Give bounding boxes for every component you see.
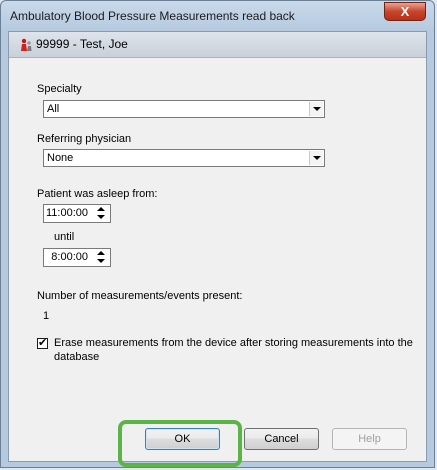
asleep-until-time-input[interactable]: 8:00:00 <box>43 248 111 267</box>
help-button: Help <box>332 428 407 450</box>
dialog-content: 99999 - Test, Joe Specialty All Referrin… <box>8 31 427 462</box>
erase-measurements-checkbox[interactable] <box>37 336 48 349</box>
spin-down-icon[interactable] <box>93 258 109 265</box>
asleep-from-label: Patient was asleep from: <box>37 188 158 200</box>
specialty-value: All <box>47 103 60 115</box>
erase-measurements-label-continued: database <box>54 351 100 363</box>
asleep-from-time-input[interactable]: 11:00:00 <box>43 204 111 223</box>
measurements-count-value: 1 <box>43 310 50 322</box>
time-spinner <box>93 250 109 265</box>
asleep-from-value: 11:00:00 <box>45 207 88 219</box>
chevron-down-icon[interactable] <box>309 151 323 165</box>
referring-physician-label: Referring physician <box>37 133 132 145</box>
patient-header: 99999 - Test, Joe <box>9 32 426 58</box>
window-title: Ambulatory Blood Pressure Measurements r… <box>10 9 295 23</box>
title-bar[interactable]: Ambulatory Blood Pressure Measurements r… <box>1 1 434 31</box>
patient-name: 99999 - Test, Joe <box>36 37 128 51</box>
until-label: until <box>54 231 75 243</box>
referring-physician-select[interactable]: None <box>43 149 325 167</box>
close-button[interactable]: X <box>384 2 426 21</box>
spin-up-icon[interactable] <box>93 250 109 257</box>
chevron-down-icon[interactable] <box>309 102 323 116</box>
referring-physician-value: None <box>47 152 74 164</box>
specialty-select[interactable]: All <box>43 100 325 118</box>
measurements-count-label: Number of measurements/events present: <box>37 290 243 302</box>
specialty-label: Specialty <box>37 83 82 95</box>
time-spinner <box>93 206 109 221</box>
erase-measurements-label: Erase measurements from the device after… <box>54 337 413 349</box>
dialog-window: Ambulatory Blood Pressure Measurements r… <box>0 0 435 468</box>
cancel-button[interactable]: Cancel <box>244 428 319 450</box>
spin-down-icon[interactable] <box>93 214 109 221</box>
patient-icon <box>21 38 32 51</box>
asleep-until-value: 8:00:00 <box>51 251 88 263</box>
ok-highlight-frame <box>118 420 242 467</box>
spin-up-icon[interactable] <box>93 206 109 213</box>
